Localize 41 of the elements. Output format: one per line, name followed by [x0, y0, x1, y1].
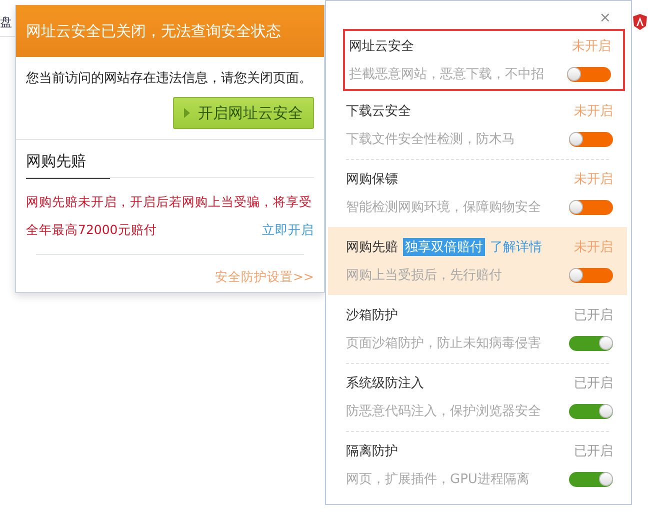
toggle-switch[interactable]	[569, 404, 613, 418]
toggle-switch[interactable]	[569, 472, 613, 486]
feature-description: 拦截恶意网站，恶意下载，不中招	[349, 66, 544, 83]
enable-button[interactable]: 开启网址云安全	[173, 97, 314, 129]
feature-name: 网购保镖	[346, 171, 398, 188]
feature-description: 网购上当受损后，先行赔付	[346, 267, 502, 284]
details-link[interactable]: 了解详情	[490, 238, 542, 256]
warning-text: 网购先赔未开启，开启后若网购上当受骗，将享受	[26, 193, 312, 211]
feature-name: 系统级防注入	[346, 375, 424, 392]
feature-name: 下载云安全	[346, 103, 411, 120]
status-label: 已开启	[574, 307, 613, 324]
toggle-switch[interactable]	[569, 200, 613, 214]
feature-name: 沙箱防护	[346, 307, 398, 324]
page-text: 盘	[0, 14, 12, 31]
toggle-switch[interactable]	[567, 66, 611, 82]
status-label: 已开启	[574, 375, 613, 392]
feature-description: 智能检测网购环境，保障购物安全	[346, 199, 541, 216]
enable-link[interactable]: 立即开启	[262, 216, 314, 244]
status-label: 已开启	[574, 443, 613, 460]
notice-title: 网址云安全已关闭，无法查询安全状态	[26, 22, 281, 40]
feature-description: 页面沙箱防护，防止未知病毒侵害	[346, 335, 541, 352]
close-button[interactable]: ×	[599, 10, 611, 25]
toggle-switch[interactable]	[569, 132, 613, 146]
status-label: 未开启	[574, 103, 613, 120]
feature-description: 网页，扩展插件，GPU进程隔离	[346, 471, 530, 488]
status-label: 未开启	[574, 239, 613, 256]
section-title: 网购先赔	[26, 152, 110, 179]
warning-text: 全年最高72000元赔付	[26, 221, 157, 239]
feature-description: 下载文件安全性检测，防木马	[346, 131, 515, 148]
toggle-switch[interactable]	[569, 336, 613, 350]
feature-description: 防恶意代码注入，保护浏览器安全	[346, 403, 541, 420]
notice-message: 您当前访问的网站存在违法信息，请您关闭页面。	[26, 70, 313, 87]
status-label: 未开启	[574, 171, 613, 188]
toggle-switch[interactable]	[569, 268, 613, 282]
promo-badge: 独享双倍赔付	[403, 238, 485, 256]
settings-link[interactable]: 安全防护设置>>	[215, 269, 314, 286]
feature-name: 隔离防护	[346, 443, 398, 460]
status-label: 未开启	[572, 38, 611, 55]
feature-name: 网购先赔	[346, 239, 398, 256]
play-icon	[184, 108, 190, 118]
feature-name: 网址云安全	[349, 38, 414, 55]
